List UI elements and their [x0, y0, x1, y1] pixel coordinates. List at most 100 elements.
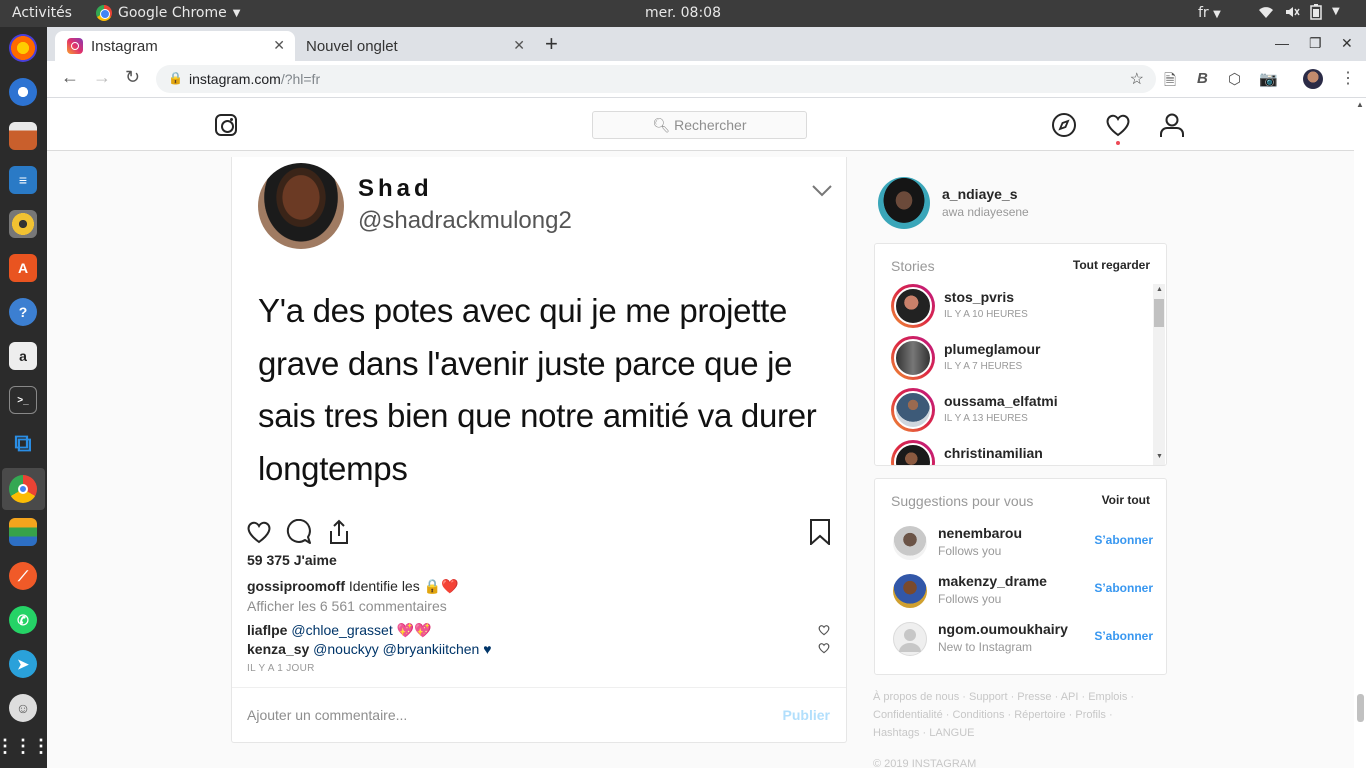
- files-icon[interactable]: [9, 122, 37, 150]
- see-all-suggestions-link[interactable]: Voir tout: [1102, 493, 1150, 507]
- chrome-icon[interactable]: [9, 475, 37, 503]
- suggestion-username[interactable]: makenzy_drame: [938, 573, 1047, 589]
- tab-new-tab[interactable]: Nouvel onglet ✕: [295, 31, 535, 61]
- amazon-icon[interactable]: a: [9, 342, 37, 370]
- likes-count[interactable]: 59 375 J'aime: [247, 552, 337, 568]
- new-tab-button[interactable]: +: [545, 31, 558, 57]
- follow-button[interactable]: S’abonner: [1094, 629, 1153, 643]
- maximize-button[interactable]: ❐: [1309, 35, 1322, 52]
- suggestions-panel: Suggestions pour vous Voir tout nenembar…: [874, 478, 1167, 675]
- help-icon[interactable]: ?: [9, 298, 37, 326]
- avatar[interactable]: [893, 622, 927, 656]
- software-center-icon[interactable]: A: [9, 254, 37, 282]
- share-icon[interactable]: [326, 519, 352, 545]
- system-tray[interactable]: ▼: [1258, 4, 1340, 24]
- follow-button[interactable]: S’abonner: [1094, 581, 1153, 595]
- camera-extension-icon[interactable]: 📷: [1259, 70, 1278, 88]
- stories-panel: Stories Tout regarder stos_pvris IL Y A …: [874, 243, 1167, 466]
- close-icon[interactable]: ✕: [273, 37, 285, 54]
- footer-links[interactable]: À propos de nous · Support · Presse · AP…: [873, 688, 1173, 742]
- url-text: instagram.com/?hl=fr: [189, 71, 321, 87]
- close-window-button[interactable]: ✕: [1341, 35, 1353, 52]
- tweet-author-avatar: [258, 163, 344, 249]
- address-bar[interactable]: 🔒 instagram.com/?hl=fr ☆: [156, 65, 1156, 93]
- explore-compass-icon[interactable]: [1051, 112, 1077, 138]
- see-all-stories-link[interactable]: Tout regarder: [1073, 258, 1150, 272]
- clock[interactable]: mer. 08:08: [645, 5, 721, 21]
- activities-button[interactable]: Activités: [12, 5, 72, 21]
- reload-button[interactable]: ↻: [125, 67, 140, 88]
- scroll-up-icon[interactable]: ▲: [1356, 100, 1364, 109]
- battery-icon: [1310, 4, 1322, 24]
- footer-line[interactable]: À propos de nous · Support · Presse · AP…: [873, 688, 1173, 706]
- tweet-text: Y'a des potes avec qui je me projette gr…: [258, 292, 817, 487]
- libreoffice-writer-icon[interactable]: ≡: [9, 166, 37, 194]
- document-extension-icon[interactable]: 🗎: [1164, 70, 1176, 95]
- instagram-logo-icon[interactable]: [215, 114, 237, 136]
- publish-button[interactable]: Publier: [783, 707, 830, 723]
- profile-avatar[interactable]: [1303, 69, 1323, 89]
- avatar[interactable]: [893, 574, 927, 608]
- chevron-down-icon: ▼: [232, 7, 241, 19]
- follow-button[interactable]: S’abonner: [1094, 533, 1153, 547]
- comment-text: @nouckyy @bryankiitchen ♥: [309, 641, 492, 657]
- avatar[interactable]: [893, 526, 927, 560]
- like-heart-icon[interactable]: [246, 519, 272, 545]
- telegram-icon[interactable]: ➤: [9, 650, 37, 678]
- language-indicator[interactable]: fr ▼: [1198, 5, 1221, 21]
- view-all-comments-link[interactable]: Afficher les 6 561 commentaires: [247, 598, 447, 614]
- terminal-icon[interactable]: >_: [9, 386, 37, 414]
- app-menu[interactable]: Google Chrome ▼: [96, 5, 240, 21]
- scroll-down-icon[interactable]: ▼: [1156, 453, 1163, 460]
- footer-line[interactable]: Hashtags · LANGUE: [873, 724, 1173, 742]
- b-extension-icon[interactable]: B: [1197, 70, 1208, 87]
- search-placeholder: Rechercher: [674, 117, 747, 133]
- whatsapp-icon[interactable]: ✆: [9, 606, 37, 634]
- comment-username[interactable]: liaflpe: [247, 622, 287, 638]
- forward-button[interactable]: →: [93, 67, 111, 88]
- lock-icon: 🔒: [168, 71, 183, 85]
- comment-input[interactable]: Ajouter un commentaire...: [247, 707, 407, 723]
- compass-app-icon[interactable]: ⟋: [9, 562, 37, 590]
- firefox-icon[interactable]: [9, 34, 37, 62]
- scroll-up-icon[interactable]: ▲: [1156, 286, 1163, 293]
- emoji-app-icon[interactable]: ☺: [9, 694, 37, 722]
- rhythmbox-icon[interactable]: [9, 210, 37, 238]
- avatar[interactable]: [878, 177, 930, 229]
- close-icon[interactable]: ✕: [513, 37, 525, 54]
- copyright: © 2019 INSTAGRAM: [873, 758, 977, 768]
- minimize-button[interactable]: —: [1275, 35, 1289, 51]
- my-username[interactable]: a_ndiaye_s: [942, 186, 1018, 202]
- stories-title: Stories: [891, 258, 935, 274]
- search-input[interactable]: 🔍︎ Rechercher: [592, 111, 807, 139]
- post-timestamp[interactable]: IL Y A 1 JOUR: [247, 663, 315, 674]
- bookmark-star-icon[interactable]: ☆: [1130, 69, 1144, 89]
- suggestion-username[interactable]: nenembarou: [938, 525, 1022, 541]
- avatar: [894, 287, 932, 325]
- system-top-bar: Activités Google Chrome ▼ mer. 08:08 fr …: [0, 0, 1366, 27]
- cube-extension-icon[interactable]: ⬡: [1228, 70, 1241, 88]
- tab-instagram[interactable]: Instagram ✕: [55, 31, 295, 61]
- comment-text: @chloe_grasset 💖💖: [287, 622, 432, 638]
- caption-username[interactable]: gossiproomoff: [247, 578, 345, 594]
- menu-icon[interactable]: ⋮: [1340, 68, 1356, 88]
- comment-like-icon[interactable]: [818, 642, 830, 654]
- dock: ≡ A ? a >_ ⧉ ⟋ ✆ ➤ ☺ ⋮⋮⋮: [0, 27, 50, 768]
- heart-icon[interactable]: [1105, 112, 1131, 138]
- bookmark-icon[interactable]: [807, 519, 833, 545]
- layers-app-icon[interactable]: [9, 518, 37, 546]
- footer-line[interactable]: Confidentialité · Conditions · Répertoir…: [873, 706, 1173, 724]
- chevron-down-icon: ▼: [1332, 6, 1340, 17]
- profile-icon[interactable]: [1159, 112, 1185, 138]
- stories-scrollbar[interactable]: ▲ ▼: [1153, 284, 1165, 465]
- comment-like-icon[interactable]: [818, 624, 830, 636]
- vscode-icon[interactable]: ⧉: [9, 430, 37, 458]
- scrollbar-thumb[interactable]: [1357, 694, 1364, 722]
- comment-username[interactable]: kenza_sy: [247, 641, 309, 657]
- back-button[interactable]: ←: [61, 67, 79, 88]
- suggestion-username[interactable]: ngom.oumoukhairy: [938, 621, 1068, 637]
- page-scrollbar[interactable]: ▲: [1354, 98, 1366, 768]
- thunderbird-icon[interactable]: [9, 78, 37, 106]
- comment-icon[interactable]: [286, 519, 312, 545]
- show-apps-icon[interactable]: ⋮⋮⋮: [0, 732, 50, 760]
